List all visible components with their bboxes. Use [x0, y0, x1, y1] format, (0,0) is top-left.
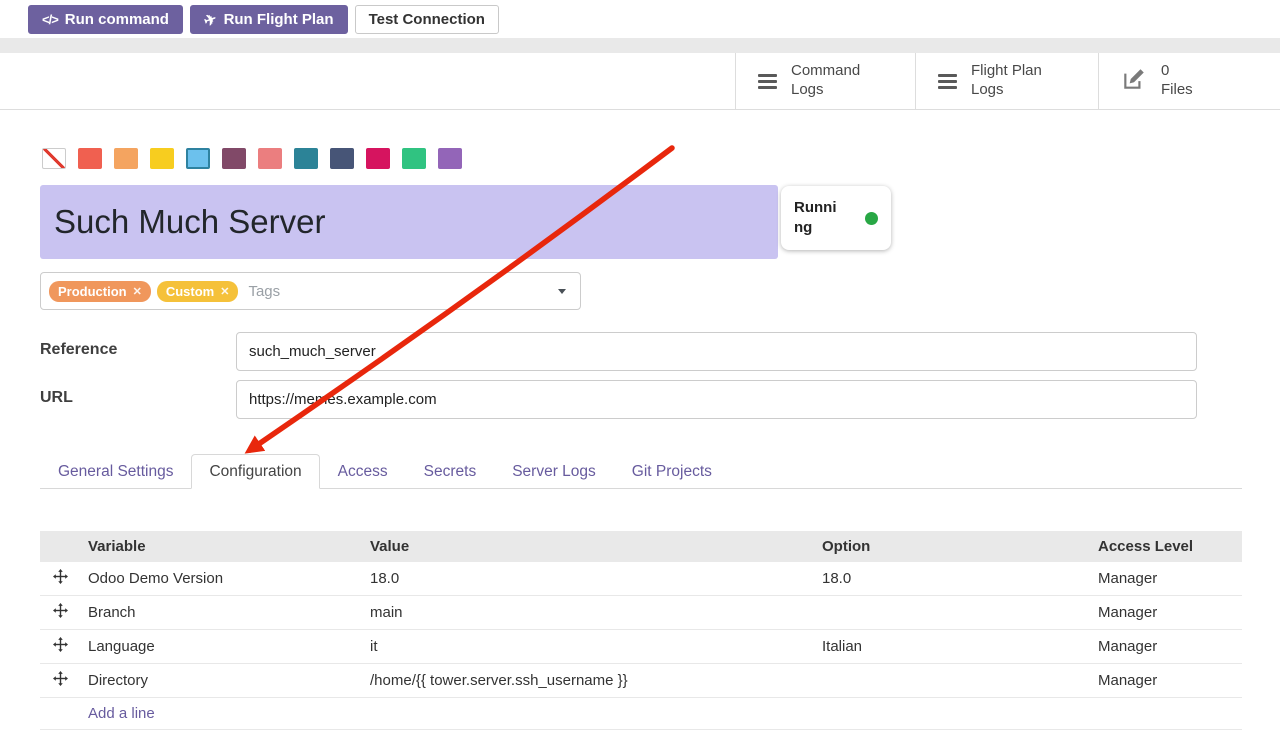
cell-option[interactable] [814, 664, 1090, 698]
cell-value[interactable]: 18.0 [362, 562, 814, 596]
command-logs-label: Command Logs [791, 62, 860, 100]
table-row: Branch main Manager [40, 596, 1242, 630]
cell-access[interactable]: Manager [1090, 630, 1242, 664]
color-swatch[interactable] [186, 148, 210, 169]
color-swatch[interactable] [330, 148, 354, 169]
color-swatch-none[interactable] [42, 148, 66, 169]
tab-secrets[interactable]: Secrets [406, 454, 495, 489]
flight-plan-logs-button[interactable]: Flight Plan Logs [915, 53, 1098, 109]
tab-access[interactable]: Access [320, 454, 406, 489]
run-flight-plan-label: Run Flight Plan [224, 11, 334, 28]
color-swatch[interactable] [366, 148, 390, 169]
config-variables-table: Variable Value Option Access Level Odoo … [40, 531, 1242, 730]
color-swatch[interactable] [150, 148, 174, 169]
tab-git-projects[interactable]: Git Projects [614, 454, 730, 489]
command-logs-button[interactable]: Command Logs [735, 53, 915, 109]
drag-handle-icon[interactable] [40, 562, 80, 596]
tag-pill[interactable]: Production ✕ [49, 281, 151, 302]
column-header-access: Access Level [1090, 531, 1242, 562]
cell-value[interactable]: it [362, 630, 814, 664]
status-card: Running [781, 186, 891, 250]
header-band: Command Logs Flight Plan Logs 0 Files [0, 53, 1280, 110]
color-swatch[interactable] [114, 148, 138, 169]
tab-bar: General Settings Configuration Access Se… [40, 454, 1242, 489]
status-dot [865, 212, 878, 225]
flight-plan-logs-label: Flight Plan Logs [971, 62, 1042, 100]
column-header-variable: Variable [80, 531, 362, 562]
cell-variable[interactable]: Odoo Demo Version [80, 562, 362, 596]
code-icon: </> [42, 12, 58, 27]
drag-handle-icon[interactable] [40, 596, 80, 630]
cell-access[interactable]: Manager [1090, 664, 1242, 698]
chevron-down-icon[interactable] [558, 289, 566, 294]
cell-access[interactable]: Manager [1090, 596, 1242, 630]
menu-icon [758, 74, 777, 89]
server-form-page: </> Run command ✈ Run Flight Plan Test C… [0, 0, 1280, 742]
table-row: Language it Italian Manager [40, 630, 1242, 664]
run-command-label: Run command [65, 11, 169, 28]
handle-column-header [40, 531, 80, 562]
color-swatch[interactable] [438, 148, 462, 169]
drag-handle-icon[interactable] [40, 664, 80, 698]
test-connection-label: Test Connection [369, 11, 485, 28]
color-swatch[interactable] [222, 148, 246, 169]
tags-placeholder: Tags [248, 283, 280, 300]
run-command-button[interactable]: </> Run command [28, 5, 183, 34]
tab-server-logs[interactable]: Server Logs [494, 454, 614, 489]
toolbar-divider [0, 38, 1280, 53]
color-swatch[interactable] [258, 148, 282, 169]
plane-icon: ✈ [201, 9, 219, 30]
cell-option[interactable] [814, 596, 1090, 630]
add-a-line-link[interactable]: Add a line [88, 705, 155, 722]
tag-label: Custom [166, 284, 214, 299]
cell-variable[interactable]: Branch [80, 596, 362, 630]
menu-icon [938, 74, 957, 89]
url-label: URL [40, 389, 73, 407]
edit-icon [1121, 66, 1147, 97]
server-name-input[interactable] [40, 185, 778, 259]
reference-label: Reference [40, 341, 117, 359]
tags-field[interactable]: Production ✕ Custom ✕ Tags [40, 272, 581, 310]
cell-access[interactable]: Manager [1090, 562, 1242, 596]
cell-value[interactable]: main [362, 596, 814, 630]
drag-handle-icon[interactable] [40, 630, 80, 664]
run-flight-plan-button[interactable]: ✈ Run Flight Plan [190, 5, 348, 34]
files-label: 0 Files [1161, 62, 1193, 100]
color-swatch[interactable] [402, 148, 426, 169]
url-input[interactable] [236, 380, 1197, 419]
table-row: Odoo Demo Version 18.0 18.0 Manager [40, 562, 1242, 596]
color-swatch-row [42, 148, 462, 169]
tag-pill[interactable]: Custom ✕ [157, 281, 239, 302]
files-button[interactable]: 0 Files [1098, 53, 1280, 109]
cell-variable[interactable]: Language [80, 630, 362, 664]
tab-configuration[interactable]: Configuration [191, 454, 319, 489]
cell-option[interactable]: 18.0 [814, 562, 1090, 596]
table-header-row: Variable Value Option Access Level [40, 531, 1242, 562]
remove-tag-icon[interactable]: ✕ [133, 285, 142, 298]
tag-label: Production [58, 284, 127, 299]
empty-cell [40, 698, 80, 730]
table-row: Directory /home/{{ tower.server.ssh_user… [40, 664, 1242, 698]
column-header-option: Option [814, 531, 1090, 562]
color-swatch[interactable] [78, 148, 102, 169]
column-header-value: Value [362, 531, 814, 562]
cell-value[interactable]: /home/{{ tower.server.ssh_username }} [362, 664, 814, 698]
reference-input[interactable] [236, 332, 1197, 371]
cell-variable[interactable]: Directory [80, 664, 362, 698]
remove-tag-icon[interactable]: ✕ [220, 285, 229, 298]
action-toolbar: </> Run command ✈ Run Flight Plan Test C… [0, 0, 1280, 38]
tab-general-settings[interactable]: General Settings [40, 454, 191, 489]
add-line-row: Add a line [40, 698, 1242, 730]
cell-option[interactable]: Italian [814, 630, 1090, 664]
color-swatch[interactable] [294, 148, 318, 169]
status-label: Running [794, 198, 844, 239]
test-connection-button[interactable]: Test Connection [355, 5, 499, 34]
